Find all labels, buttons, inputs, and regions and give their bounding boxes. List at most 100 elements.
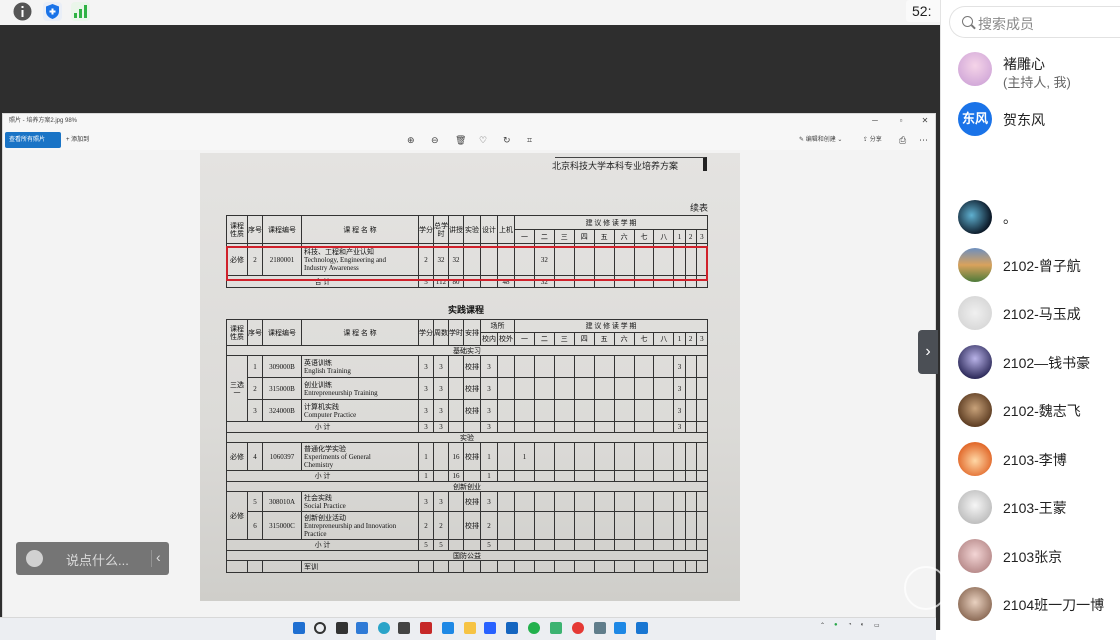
store-icon[interactable] <box>398 622 410 634</box>
exp-nature: 必修 <box>226 442 248 471</box>
member-item[interactable]: 2102-马玉成 <box>941 296 1120 336</box>
table-row: 3 324000B 计算机实践 Computer Practice 3 3 校排 … <box>227 399 709 422</box>
search-icon <box>962 16 973 27</box>
wifi-icon[interactable]: ◔ <box>848 622 852 628</box>
th-sem: 3 <box>695 229 709 244</box>
course-name-en: Entrepreneurship Training <box>304 388 378 397</box>
course-name-cn: 英语训练 <box>304 358 332 367</box>
th-sem: 四 <box>573 332 595 346</box>
cell-in: 5 <box>480 539 498 551</box>
app-icon[interactable] <box>550 622 562 634</box>
cell-in: 3 <box>480 377 498 400</box>
share-button[interactable]: ⇪ 分享 <box>863 135 882 145</box>
minimize-icon[interactable]: ─ <box>863 114 887 128</box>
close-icon[interactable]: ✕ <box>913 114 937 128</box>
section-title-practice: 实践课程 <box>448 305 485 315</box>
volume-icon[interactable]: ◖ <box>860 622 864 628</box>
course-name-cn: 普通化学实验 <box>304 444 346 453</box>
th-in-school: 校内 <box>480 332 498 346</box>
task-view-icon[interactable] <box>336 622 348 634</box>
signal-icon[interactable] <box>70 1 91 22</box>
folder-icon[interactable] <box>464 622 476 634</box>
course-name-cn: 社会实践 <box>304 493 332 502</box>
avatar <box>958 587 992 621</box>
member-item[interactable]: 2102-魏志飞 <box>941 393 1120 433</box>
collapse-chevron-icon[interactable]: ‹ <box>156 549 161 565</box>
expand-panel-chevron-icon[interactable]: › <box>918 330 938 374</box>
app-icon[interactable] <box>572 622 584 634</box>
th-sem: 三 <box>553 229 575 244</box>
course-name-en: Practice <box>304 529 327 538</box>
edge-icon[interactable] <box>378 622 390 634</box>
tray-chevron-icon[interactable]: ⌃ <box>820 622 825 629</box>
favorite-icon[interactable]: ♡ <box>479 135 487 145</box>
add-to-button[interactable]: + 添加到 <box>66 132 89 148</box>
chat-input[interactable]: 说点什么... ‹ <box>16 542 169 575</box>
app-icon[interactable] <box>506 622 518 634</box>
th-nature: 课程性质 <box>226 319 248 346</box>
view-all-photos-button[interactable]: 查看所有照片 <box>5 132 61 148</box>
th-sem: 五 <box>593 229 615 244</box>
cell-weeks: 3 <box>433 377 449 400</box>
th-credit: 学分 <box>418 215 434 244</box>
meeting-app-icon[interactable] <box>636 622 648 634</box>
course-name-cn: 军训 <box>301 560 419 573</box>
widgets-icon[interactable] <box>356 622 368 634</box>
member-item[interactable]: 2102-曾子航 <box>941 248 1120 288</box>
member-item[interactable]: 2103张京 <box>941 539 1120 579</box>
table-row: 必修 4 1060397 普通化学实验 Experiments of Genera… <box>226 442 709 471</box>
member-name: 2102—钱书豪 <box>1003 355 1091 371</box>
th-sem: 二 <box>533 332 555 346</box>
info-icon[interactable] <box>12 1 33 22</box>
emoji-icon[interactable] <box>26 550 43 567</box>
member-item[interactable]: 2104班一刀一博 <box>941 587 1120 627</box>
th-code: 课程编号 <box>262 215 302 244</box>
shared-screen: 照片 - 培养方案2.jpg 98% ─ ▫ ✕ 查看所有照片 + 添加到 ⊕ … <box>0 25 940 640</box>
member-search-input[interactable]: 搜索成员 <box>949 6 1120 38</box>
crop-icon[interactable]: ⌗ <box>527 135 532 145</box>
zoom-out-icon[interactable]: ⊖ <box>431 135 439 145</box>
course-name-cn: 计算机实践 <box>304 402 339 411</box>
th-sem: 2 <box>684 332 697 346</box>
member-item[interactable]: 。 <box>941 200 1120 240</box>
photos-icon[interactable] <box>614 622 626 634</box>
member-item[interactable]: 褚雕心 (主持人, 我) <box>941 52 1120 92</box>
delete-icon[interactable]: 🗑 <box>455 135 466 145</box>
app-icon[interactable] <box>420 622 432 634</box>
word-icon[interactable] <box>484 622 496 634</box>
chat-app-icon[interactable] <box>442 622 454 634</box>
edit-create-button[interactable]: ✎ 编辑和创建 ⌄ <box>799 135 842 145</box>
zoom-in-icon[interactable]: ⊕ <box>407 135 415 145</box>
document-photo: 北京科技大学本科专业培养方案 续表 课程性质 序号 课程编号 课 程 名 称 学… <box>200 153 740 601</box>
member-item[interactable]: 东风 贺东风 <box>941 102 1120 142</box>
cell-seq: 4 <box>247 442 263 471</box>
add-to-label: 添加到 <box>71 137 90 143</box>
table-row: 必修 5 308010A 社会实践 Social Practice 3 3 校排 … <box>226 491 709 540</box>
member-item[interactable]: 2103-王蒙 <box>941 490 1120 530</box>
shield-icon[interactable] <box>42 1 63 22</box>
member-item[interactable]: 2103-李博 <box>941 442 1120 482</box>
search-icon[interactable] <box>314 622 326 634</box>
wechat-icon[interactable] <box>528 622 540 634</box>
th-sem: 七 <box>633 229 655 244</box>
more-icon[interactable]: ⋯ <box>919 135 928 145</box>
battery-icon[interactable]: ▭ <box>874 622 880 629</box>
highlight-box <box>226 246 708 281</box>
viewer-titlebar: 照片 - 培养方案2.jpg 98% ─ ▫ ✕ <box>3 114 935 128</box>
th-name: 课 程 名 称 <box>301 319 419 346</box>
member-item[interactable]: 2102—钱书豪 <box>941 345 1120 385</box>
cell-credit: 3 <box>418 491 434 512</box>
start-icon[interactable] <box>293 622 305 634</box>
subtotal-label: 小 计 <box>226 421 419 433</box>
print-icon[interactable]: ⎙ <box>899 135 906 145</box>
th-seq: 序号 <box>247 319 263 346</box>
rotate-icon[interactable]: ↻ <box>503 135 511 145</box>
cell-code: 1060397 <box>262 442 302 471</box>
cell-in: 3 <box>480 491 498 512</box>
restore-icon[interactable]: ▫ <box>889 114 913 128</box>
cell-credit: 5 <box>418 539 434 551</box>
settings-icon[interactable] <box>594 622 606 634</box>
th-lecture: 讲授 <box>448 215 464 244</box>
tray-app-icon[interactable]: ● <box>834 622 838 628</box>
avatar <box>958 248 992 282</box>
